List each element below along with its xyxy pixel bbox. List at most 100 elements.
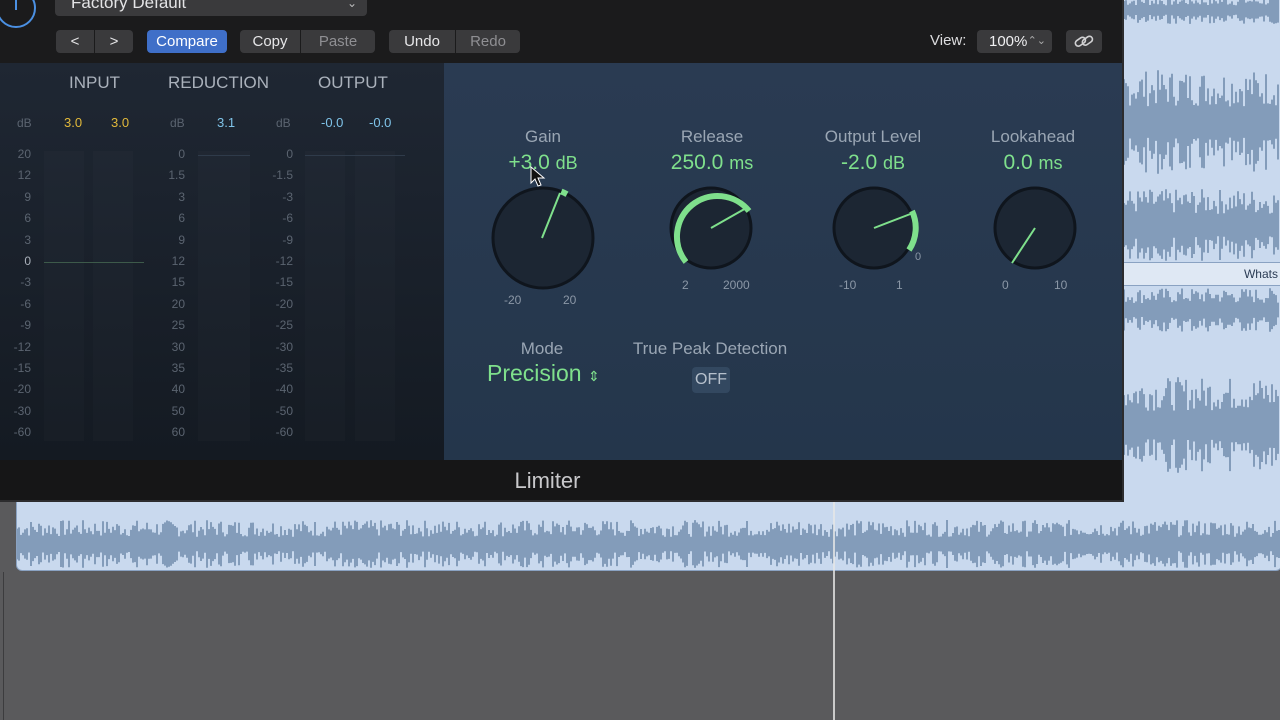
lookahead-value-display[interactable]: 0.0 ms <box>953 151 1113 175</box>
output-zero-line <box>305 155 405 156</box>
prev-preset-button[interactable]: < <box>56 30 94 53</box>
link-button[interactable] <box>1066 30 1102 53</box>
output-level-value: -2.0 <box>840 151 878 174</box>
gain-min: -20 <box>504 293 522 307</box>
view-label: View: <box>930 32 967 49</box>
output-level-zero-mark: 0 <box>915 251 922 263</box>
reduction-zero-line <box>198 155 250 156</box>
input-peak-right: 3.0 <box>111 115 130 130</box>
scale-label: 60 <box>171 425 185 440</box>
release-label: Release <box>680 127 744 146</box>
lookahead-unit: ms <box>1038 153 1063 173</box>
release-unit: ms <box>729 153 754 173</box>
output-meter-label: OUTPUT <box>318 73 388 92</box>
scale-label: -30 <box>13 403 31 418</box>
mode-label: Mode <box>520 339 564 358</box>
scale-label: 12 <box>171 254 185 268</box>
scale-label: -6 <box>282 211 293 226</box>
lookahead-value: 0.0 <box>1003 151 1033 174</box>
preset-name: Factory Default <box>71 0 187 12</box>
paste-button[interactable]: Paste <box>301 30 375 53</box>
track-divider <box>3 572 4 720</box>
scale-label: 0 <box>24 254 31 268</box>
scale-label: 9 <box>178 232 185 247</box>
scale-label: 3 <box>24 232 31 247</box>
reduction-db-unit: dB <box>170 116 185 130</box>
empty-track-area[interactable] <box>0 572 1280 720</box>
audio-track-region-right[interactable]: Whats <box>1124 0 1280 502</box>
power-icon[interactable] <box>0 0 36 28</box>
output-level-unit: dB <box>883 153 906 173</box>
playhead[interactable] <box>833 502 835 720</box>
scale-label: -9 <box>282 232 293 247</box>
output-peak-left: -0.0 <box>321 115 344 130</box>
plugin-footer: Limiter <box>0 460 1122 500</box>
view-zoom-selector[interactable]: 100% ⌃⌄ <box>977 30 1052 53</box>
output-level-knob[interactable] <box>829 183 919 273</box>
reduction-meter-label: REDUCTION <box>168 73 270 92</box>
controls-panel: Gain +3.0 dB Release 250.0 ms Output Lev… <box>444 63 1122 460</box>
undo-button[interactable]: Undo <box>389 30 455 53</box>
scale-label: -3 <box>20 275 31 290</box>
scale-label: 0 <box>286 147 293 161</box>
scale-label: -12 <box>275 254 293 268</box>
scale-label: 12 <box>17 168 31 183</box>
scale-label: -60 <box>13 425 31 440</box>
release-knob[interactable] <box>666 183 756 273</box>
true-peak-label: True Peak Detection <box>632 339 788 358</box>
lookahead-knob[interactable] <box>990 183 1080 273</box>
release-value: 250.0 <box>670 151 724 174</box>
true-peak-toggle[interactable]: OFF <box>692 367 730 393</box>
limiter-plugin-window: Factory Default ⌄ < > Compare Copy Paste… <box>0 0 1124 502</box>
audio-region[interactable] <box>16 502 1280 571</box>
preset-selector[interactable]: Factory Default ⌄ <box>55 0 367 16</box>
input-peak-left: 3.0 <box>64 115 83 130</box>
scale-label: -40 <box>275 382 293 397</box>
scale-label: -25 <box>275 318 293 333</box>
updown-chevron-icon: ⇕ <box>588 368 600 384</box>
scale-label: -9 <box>20 318 31 333</box>
mode-value: Precision <box>487 360 582 386</box>
scale-label: -30 <box>275 339 293 354</box>
waveform-right <box>1124 0 1279 473</box>
redo-button[interactable]: Redo <box>456 30 520 53</box>
view-zoom-value: 100% <box>989 33 1028 50</box>
region-name-bar: Whats <box>1124 262 1280 286</box>
scale-label: 40 <box>171 382 185 397</box>
reduction-peak: 3.1 <box>217 115 236 130</box>
chevron-down-icon: ⌄ <box>346 0 357 10</box>
gain-max: 20 <box>563 293 577 307</box>
scale-label: 9 <box>24 189 31 204</box>
output-level-value-display[interactable]: -2.0 dB <box>793 151 953 175</box>
scale-label: 30 <box>171 339 185 354</box>
output-level-max: 1 <box>896 278 903 292</box>
input-zero-line <box>44 262 144 263</box>
gain-label: Gain <box>525 127 561 146</box>
region-name: Whats <box>1243 267 1278 281</box>
scale-label: -20 <box>275 296 293 311</box>
output-db-unit: dB <box>276 116 291 130</box>
scale-label: -1.5 <box>272 168 293 183</box>
gain-unit: dB <box>555 153 578 173</box>
compare-button[interactable]: Compare <box>147 30 227 53</box>
scale-label: 6 <box>24 211 31 226</box>
scale-label: -15 <box>275 275 293 290</box>
release-value-display[interactable]: 250.0 ms <box>632 151 792 175</box>
mode-selector[interactable]: Precision ⇕ <box>487 360 600 387</box>
output-peak-right: -0.0 <box>369 115 392 130</box>
lookahead-label: Lookahead <box>990 127 1076 146</box>
reduction-meter <box>198 151 250 441</box>
copy-button[interactable]: Copy <box>240 30 300 53</box>
output-meter-right <box>355 151 395 441</box>
input-db-unit: dB <box>17 116 32 130</box>
output-meter-left <box>305 151 345 441</box>
updown-chevron-icon: ⌃⌄ <box>1027 35 1046 47</box>
lookahead-min: 0 <box>1002 278 1009 292</box>
output-level-min: -10 <box>839 278 857 292</box>
next-preset-button[interactable]: > <box>95 30 133 53</box>
gain-knob[interactable] <box>488 183 598 293</box>
scale-label: -6 <box>20 296 31 311</box>
scale-label: 3 <box>178 189 185 204</box>
scale-label: 1.5 <box>168 168 185 183</box>
release-min: 2 <box>682 278 689 292</box>
